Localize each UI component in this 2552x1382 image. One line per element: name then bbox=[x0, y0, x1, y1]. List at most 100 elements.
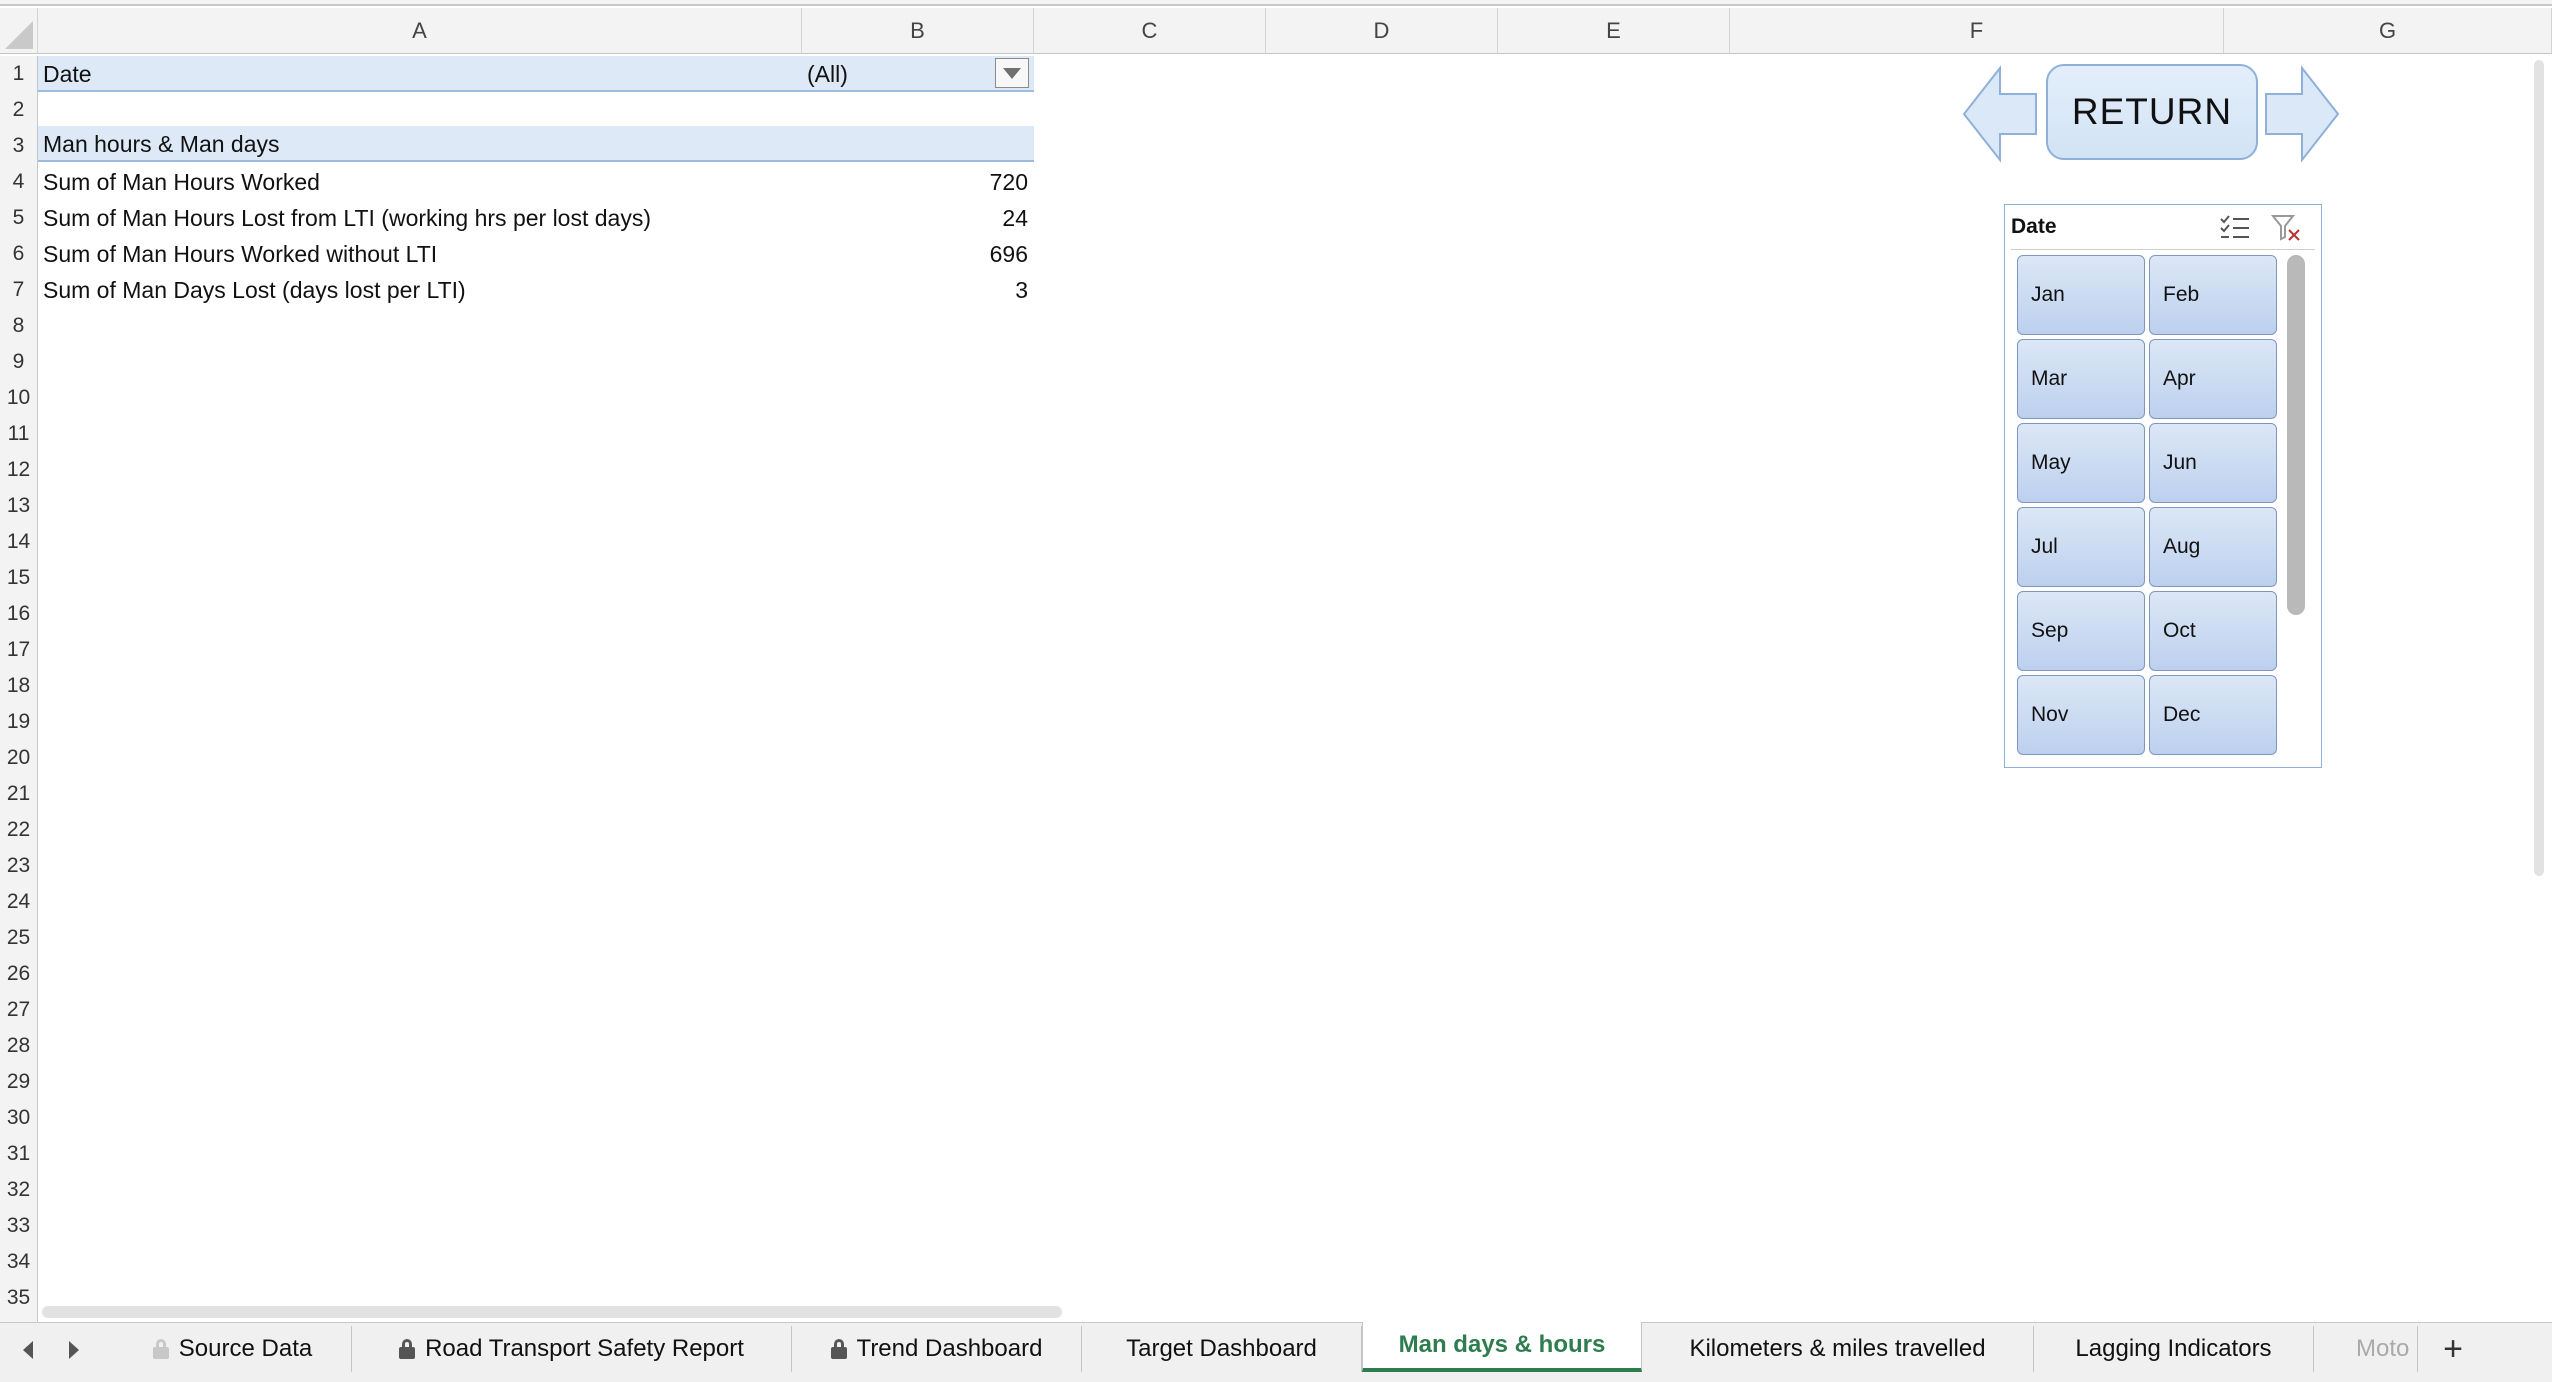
row-header[interactable]: 6 bbox=[0, 236, 38, 272]
pivot-row-value[interactable]: 720 bbox=[802, 164, 1034, 200]
tab-lagging-indicators[interactable]: Lagging Indicators bbox=[2034, 1326, 2314, 1372]
lock-icon bbox=[399, 1339, 416, 1359]
row-header[interactable]: 17 bbox=[0, 632, 38, 668]
add-sheet-button[interactable]: + bbox=[2428, 1326, 2478, 1372]
row-header[interactable]: 31 bbox=[0, 1136, 38, 1172]
row-header[interactable]: 21 bbox=[0, 776, 38, 812]
row-header[interactable]: 13 bbox=[0, 488, 38, 524]
slicer-item-oct[interactable]: Oct bbox=[2149, 591, 2277, 671]
row-header[interactable]: 4 bbox=[0, 164, 38, 200]
slicer-item-jun[interactable]: Jun bbox=[2149, 423, 2277, 503]
lock-icon bbox=[830, 1339, 847, 1359]
tab-label: Trend Dashboard bbox=[856, 1335, 1043, 1362]
column-header-a[interactable]: A bbox=[38, 8, 802, 54]
tab-label: Moto bbox=[2356, 1335, 2410, 1362]
row-header[interactable]: 26 bbox=[0, 956, 38, 992]
column-header-f[interactable]: F bbox=[1730, 8, 2224, 54]
row-header[interactable]: 28 bbox=[0, 1028, 38, 1064]
tab-label: Road Transport Safety Report bbox=[425, 1335, 744, 1362]
lock-icon bbox=[152, 1339, 169, 1359]
tab-moto[interactable]: Moto bbox=[2314, 1326, 2418, 1372]
clear-filter-icon[interactable] bbox=[2271, 213, 2303, 243]
slicer-item-dec[interactable]: Dec bbox=[2149, 675, 2277, 755]
slicer-item-jan[interactable]: Jan bbox=[2017, 255, 2145, 335]
row-header[interactable]: 9 bbox=[0, 344, 38, 380]
tab-man-days-hours[interactable]: Man days & hours bbox=[1362, 1322, 1642, 1372]
column-header-c[interactable]: C bbox=[1034, 8, 1266, 54]
tab-trend-dashboard[interactable]: Trend Dashboard bbox=[792, 1326, 1082, 1372]
row-header[interactable]: 32 bbox=[0, 1172, 38, 1208]
chevron-down-icon bbox=[1003, 67, 1021, 79]
row-header[interactable]: 33 bbox=[0, 1208, 38, 1244]
row-header[interactable]: 23 bbox=[0, 848, 38, 884]
row-header[interactable]: 18 bbox=[0, 668, 38, 704]
slicer-item-jul[interactable]: Jul bbox=[2017, 507, 2145, 587]
row-header[interactable]: 34 bbox=[0, 1244, 38, 1280]
row-header[interactable]: 19 bbox=[0, 704, 38, 740]
row-header[interactable]: 2 bbox=[0, 92, 38, 128]
return-button[interactable]: RETURN bbox=[2046, 64, 2258, 160]
date-slicer[interactable]: Date Jan Feb Mar Apr May Jun Jul Aug Sep… bbox=[2004, 204, 2322, 768]
pivot-row-label[interactable]: Sum of Man Hours Worked bbox=[38, 164, 802, 200]
pivot-row-label[interactable]: Sum of Man Hours Worked without LTI bbox=[38, 236, 802, 272]
slicer-item-aug[interactable]: Aug bbox=[2149, 507, 2277, 587]
slicer-item-may[interactable]: May bbox=[2017, 423, 2145, 503]
column-header-d[interactable]: D bbox=[1266, 8, 1498, 54]
pivot-filter-label[interactable]: Date bbox=[38, 56, 802, 92]
row-header[interactable]: 11 bbox=[0, 416, 38, 452]
next-sheet-button[interactable] bbox=[54, 1330, 94, 1370]
row-header[interactable]: 20 bbox=[0, 740, 38, 776]
row-header[interactable]: 10 bbox=[0, 380, 38, 416]
pivot-row-label[interactable]: Sum of Man Days Lost (days lost per LTI) bbox=[38, 272, 802, 308]
pivot-row-value[interactable]: 696 bbox=[802, 236, 1034, 272]
back-arrow-icon[interactable] bbox=[1962, 64, 2040, 164]
tab-road-transport-safety-report[interactable]: Road Transport Safety Report bbox=[352, 1326, 792, 1372]
row-header[interactable]: 12 bbox=[0, 452, 38, 488]
chevron-right-icon bbox=[69, 1341, 79, 1359]
horizontal-scrollbar[interactable] bbox=[42, 1306, 1062, 1318]
multi-select-icon[interactable] bbox=[2219, 213, 2251, 243]
row-header[interactable]: 3 bbox=[0, 128, 38, 164]
row-header[interactable]: 25 bbox=[0, 920, 38, 956]
select-all-corner[interactable] bbox=[0, 8, 38, 54]
slicer-title: Date bbox=[2011, 215, 2057, 238]
slicer-item-feb[interactable]: Feb bbox=[2149, 255, 2277, 335]
vertical-scrollbar[interactable] bbox=[2534, 60, 2544, 876]
row-header[interactable]: 35 bbox=[0, 1280, 38, 1316]
row-header[interactable]: 15 bbox=[0, 560, 38, 596]
column-header-b[interactable]: B bbox=[802, 8, 1034, 54]
row-header[interactable]: 30 bbox=[0, 1100, 38, 1136]
slicer-item-mar[interactable]: Mar bbox=[2017, 339, 2145, 419]
tab-source-data[interactable]: Source Data bbox=[114, 1326, 352, 1372]
row-header[interactable]: 1 bbox=[0, 56, 38, 92]
row-header[interactable]: 7 bbox=[0, 272, 38, 308]
forward-arrow-icon[interactable] bbox=[2262, 64, 2340, 164]
pivot-row-label[interactable]: Sum of Man Hours Lost from LTI (working … bbox=[38, 200, 802, 236]
filter-dropdown-button[interactable] bbox=[995, 58, 1029, 88]
chevron-left-icon bbox=[23, 1341, 33, 1359]
pivot-row-value[interactable]: 24 bbox=[802, 200, 1034, 236]
row-header[interactable]: 29 bbox=[0, 1064, 38, 1100]
slicer-item-nov[interactable]: Nov bbox=[2017, 675, 2145, 755]
pivot-header[interactable]: Man hours & Man days bbox=[38, 126, 802, 162]
column-header-g[interactable]: G bbox=[2224, 8, 2552, 54]
row-header[interactable]: 5 bbox=[0, 200, 38, 236]
slicer-item-apr[interactable]: Apr bbox=[2149, 339, 2277, 419]
tab-target-dashboard[interactable]: Target Dashboard bbox=[1082, 1326, 1362, 1372]
slicer-scrollbar[interactable] bbox=[2287, 255, 2305, 615]
slicer-divider bbox=[2011, 249, 2315, 250]
row-header[interactable]: 8 bbox=[0, 308, 38, 344]
prev-sheet-button[interactable] bbox=[8, 1330, 48, 1370]
column-header-e[interactable]: E bbox=[1498, 8, 1730, 54]
row-header[interactable]: 22 bbox=[0, 812, 38, 848]
row-header[interactable]: 27 bbox=[0, 992, 38, 1028]
pivot-row-value[interactable]: 3 bbox=[802, 272, 1034, 308]
row-header[interactable]: 14 bbox=[0, 524, 38, 560]
tab-kilometers-miles-travelled[interactable]: Kilometers & miles travelled bbox=[1642, 1326, 2034, 1372]
slicer-item-sep[interactable]: Sep bbox=[2017, 591, 2145, 671]
tab-label: Lagging Indicators bbox=[2075, 1335, 2272, 1362]
row-header[interactable]: 24 bbox=[0, 884, 38, 920]
pivot-filter-value[interactable]: (All) bbox=[802, 56, 992, 92]
tab-label: Man days & hours bbox=[1398, 1331, 1606, 1358]
row-header[interactable]: 16 bbox=[0, 596, 38, 632]
